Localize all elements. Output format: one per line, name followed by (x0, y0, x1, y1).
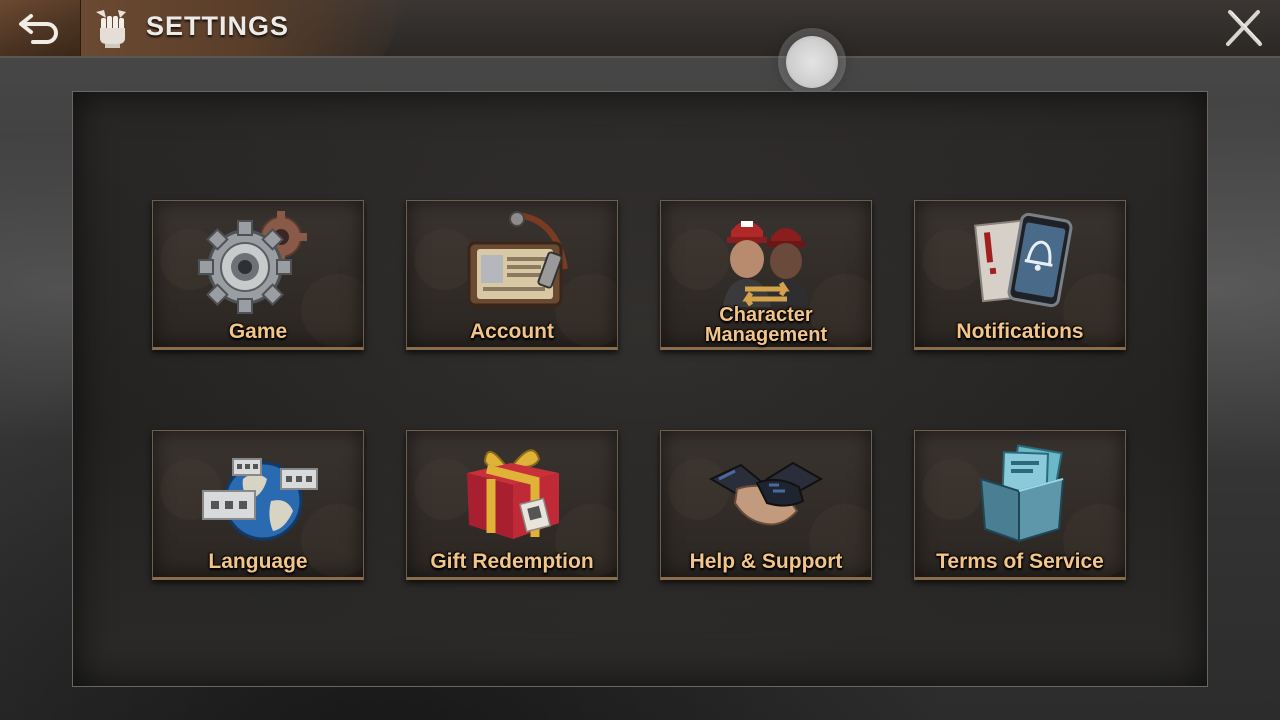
documents-folder-icon (979, 444, 1065, 543)
tile-label: Account (470, 320, 554, 343)
tile-label-line-1: Character (719, 304, 813, 326)
tile-game[interactable]: Game (152, 200, 364, 350)
characters-icon (723, 221, 809, 307)
settings-panel (72, 91, 1208, 687)
back-button[interactable] (0, 0, 81, 56)
close-button[interactable] (1216, 2, 1272, 54)
gift-box-icon (467, 449, 559, 539)
tile-label-line-2: Management (704, 324, 828, 346)
raised-fist-icon (96, 10, 126, 48)
tile-label: Gift Redemption (430, 550, 594, 573)
tile-label: Game (228, 320, 288, 343)
tile-label: Notifications (956, 320, 1084, 343)
floating-assist-button[interactable] (786, 36, 838, 88)
gear-icon (198, 211, 307, 314)
tile-character-management[interactable]: Character Management (660, 200, 872, 350)
id-card-icon (467, 211, 568, 307)
handshake-icon (708, 461, 824, 526)
tile-label: Help & Support (689, 550, 843, 573)
tile-help-support[interactable]: Help & Support (660, 430, 872, 580)
phone-bell-icon (974, 212, 1073, 308)
tile-terms-of-service[interactable]: Terms of Service (914, 430, 1126, 580)
tile-notifications[interactable]: Notifications (914, 200, 1126, 350)
globe-chat-icon (202, 458, 318, 541)
tile-gift-redemption[interactable]: Gift Redemption (406, 430, 618, 580)
close-x-icon (1226, 10, 1262, 46)
tile-language[interactable]: Language (152, 430, 364, 580)
tile-account[interactable]: Account (406, 200, 618, 350)
tile-label: Language (208, 550, 308, 573)
page-title: SETTINGS (146, 11, 290, 41)
tile-label: Character Management (661, 305, 871, 345)
tile-label: Terms of Service (936, 550, 1104, 573)
back-arrow-icon (19, 14, 58, 44)
